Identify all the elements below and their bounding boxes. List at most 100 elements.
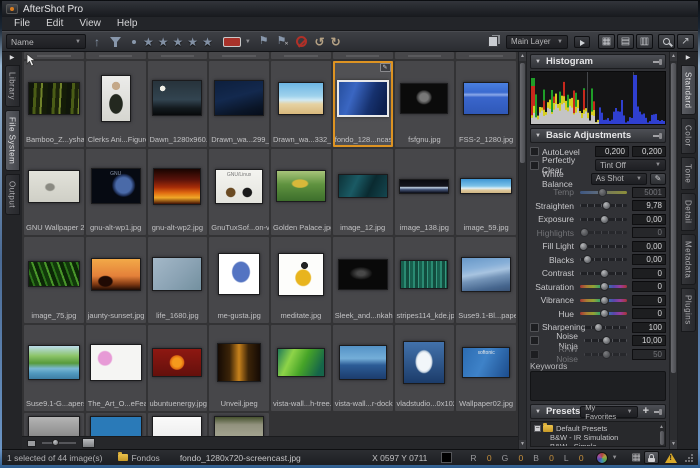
sort-dropdown[interactable]: Name ▼ <box>6 34 86 49</box>
tab-detail[interactable]: Detail <box>681 193 696 230</box>
image-cell-bamboo-z-ysha-jpg[interactable]: Bamboo_Z...ysha.jpg <box>24 61 84 147</box>
rotate-right-icon[interactable]: ↻ <box>331 35 341 49</box>
slider-fill-light[interactable] <box>580 245 627 248</box>
presets-dropdown[interactable]: My Favorites ▼ <box>580 406 637 418</box>
proof-grid-icon[interactable]: ▦ <box>632 453 641 463</box>
slider-straighten[interactable] <box>580 204 627 207</box>
scroll-up-icon[interactable]: ▲ <box>659 424 664 430</box>
tab-output[interactable]: Output <box>5 174 20 215</box>
histogram-header[interactable]: ▼ Histogram <box>530 54 666 69</box>
image-cell-gnutuxsof-on-v1-jpg[interactable]: GNU/LinuxGnuTuxSof...on-v1.jpg <box>209 149 269 235</box>
slider-knob-hue[interactable] <box>600 309 609 318</box>
pin-icon[interactable] <box>654 411 661 413</box>
strip-collapse-icon[interactable]: ▶ <box>686 54 691 61</box>
slider-highlights[interactable] <box>580 231 627 234</box>
reject-icon[interactable] <box>296 36 307 47</box>
star-icon-1[interactable]: ★ <box>143 35 154 49</box>
image-cell-gnu-wallpaper-2-jpg[interactable]: GNU Wallpaper 2.jpg <box>24 149 84 235</box>
slideshow-icon[interactable] <box>574 36 590 48</box>
checkbox-sharpening[interactable] <box>530 323 539 332</box>
value-autolevel-low[interactable]: 0,200 <box>595 146 629 157</box>
star-icon-2[interactable]: ★ <box>158 35 169 49</box>
dropdown-perfectly-clear[interactable]: Tint Off▼ <box>595 159 666 171</box>
value-temp[interactable]: 5001 <box>632 187 666 198</box>
tab-file-system[interactable]: File System <box>5 110 20 171</box>
filter-funnel-icon[interactable] <box>109 36 122 48</box>
slider-knob-fill-light[interactable] <box>579 242 588 251</box>
image-cell-suse9-1-g-apers-jpg[interactable]: Suse9.1-G...apers.jpg <box>24 325 84 411</box>
rotate-left-icon[interactable]: ↺ <box>315 35 325 49</box>
slider-hue[interactable] <box>580 312 627 315</box>
slider-sharpening[interactable] <box>584 326 627 329</box>
value-highlights[interactable]: 0 <box>632 227 666 238</box>
menu-help[interactable]: Help <box>109 18 146 29</box>
collapse-icon[interactable]: ▼ <box>535 59 541 65</box>
value-raw-noise[interactable]: 50 <box>632 349 666 360</box>
image-cell[interactable] <box>209 52 269 59</box>
menu-edit[interactable]: Edit <box>38 18 71 29</box>
pin-icon[interactable] <box>653 61 661 63</box>
image-cell-suse9-1-bl-papers-jpg[interactable]: Suse9.1-Bl...papers.jpg <box>456 237 516 323</box>
image-cell-me-gusta-jpg[interactable]: me-gusta.jpg <box>209 237 269 323</box>
fullscreen-button[interactable]: ↗ <box>677 34 694 49</box>
slider-exposure[interactable] <box>580 218 627 221</box>
clear-rating-dot-icon[interactable] <box>132 40 136 44</box>
value-hue[interactable]: 0 <box>632 308 666 319</box>
slider-contrast[interactable] <box>580 272 627 275</box>
slider-raw-noise[interactable] <box>584 353 627 356</box>
image-cell[interactable] <box>456 52 516 59</box>
color-management-icon[interactable] <box>596 452 608 464</box>
image-cell[interactable] <box>271 52 331 59</box>
value-contrast[interactable]: 0 <box>632 268 666 279</box>
image-cell[interactable] <box>209 413 269 436</box>
image-cell-vladstudio-0x1024-jpg[interactable]: vladstudio...0x1024.jpg <box>395 325 455 411</box>
thumbnail-view-button[interactable]: ▦ <box>598 34 615 49</box>
image-cell-drawn-wa-299-jpg[interactable]: Drawn_wa...299_.jpg <box>209 61 269 147</box>
thumbnail-size-knob[interactable] <box>52 439 59 446</box>
keywords-input[interactable] <box>530 371 666 401</box>
image-cell-gnu-alt-wp1-jpg[interactable]: GNUgnu-alt-wp1.jpg <box>86 149 146 235</box>
image-cell-image-75-jpg[interactable]: image_75.jpg <box>24 237 84 323</box>
title-bar[interactable]: AfterShot Pro <box>2 1 698 17</box>
grid-scrollbar-thumb[interactable] <box>520 63 525 163</box>
image-cell-vista-wall-r-dock-jpg[interactable]: vista-wall...r-dock.jpg <box>333 325 393 411</box>
image-cell-stripes114-kde-jpg[interactable]: stripes114_kde.jpg <box>395 237 455 323</box>
image-cell-image-12-jpg[interactable]: image_12.jpg <box>333 149 393 235</box>
white-balance-picker-icon[interactable]: ✎ <box>650 173 666 185</box>
image-cell[interactable] <box>395 52 455 59</box>
value-autolevel-high[interactable]: 0,200 <box>632 146 666 157</box>
star-icon-5[interactable]: ★ <box>202 35 213 49</box>
value-noise-ninja[interactable]: 10,00 <box>632 335 666 346</box>
chevron-down-icon[interactable]: ▼ <box>612 455 618 461</box>
slider-knob-exposure[interactable] <box>600 215 609 224</box>
tab-standard[interactable]: Standard <box>681 65 696 115</box>
flag-pick-icon[interactable]: ⚑ <box>259 36 269 47</box>
slider-knob-contrast[interactable] <box>600 269 609 278</box>
image-cell-wallpaper02-jpg[interactable]: softonicWallpaper02.jpg <box>456 325 516 411</box>
slider-knob-highlights[interactable] <box>580 228 589 237</box>
slider-vibrance[interactable] <box>580 299 627 302</box>
tab-color[interactable]: Color <box>681 118 696 154</box>
image-cell-golden-palace-jpg[interactable]: Golden Palace.jpg <box>271 149 331 235</box>
scroll-up-icon[interactable]: ▲ <box>519 52 526 61</box>
checkbox-autolevel[interactable] <box>530 147 539 156</box>
slider-noise-ninja[interactable] <box>584 339 627 342</box>
image-cell-vista-wall-h-tree-jpg[interactable]: vista-wall...h-tree.jpg <box>271 325 331 411</box>
image-cell-image-59-jpg[interactable]: image_59.jpg <box>456 149 516 235</box>
panel-scrollbar-thumb[interactable] <box>671 63 676 373</box>
menu-file[interactable]: File <box>6 18 38 29</box>
tab-plugins[interactable]: Plugins <box>681 288 696 332</box>
star-icon-4[interactable]: ★ <box>187 35 198 49</box>
image-cell[interactable] <box>148 413 208 436</box>
value-blacks[interactable]: 0,00 <box>632 254 666 265</box>
lock-button[interactable] <box>644 451 659 464</box>
value-sharpening[interactable]: 100 <box>632 322 666 333</box>
image-cell[interactable] <box>148 52 208 59</box>
menu-view[interactable]: View <box>71 18 109 29</box>
image-cell[interactable] <box>333 52 393 59</box>
slider-knob-noise-ninja[interactable] <box>602 336 611 345</box>
dropdown-white-balance[interactable]: As Shot▼ <box>591 173 647 185</box>
image-cell-ubuntuenergy-jpg[interactable]: ubuntuenergy.jpg <box>148 325 208 411</box>
image-cell-fss-2-1280-jpg[interactable]: FSS-2_1280.jpg <box>456 61 516 147</box>
layer-dropdown[interactable]: Main Layer ▼ <box>506 35 568 49</box>
